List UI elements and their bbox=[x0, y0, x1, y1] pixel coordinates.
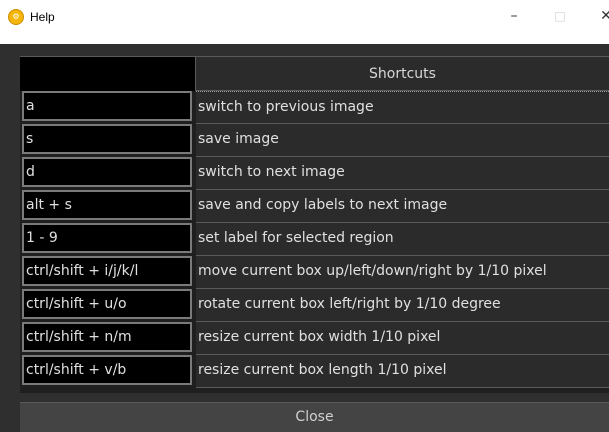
shortcut-description-cell[interactable]: rotate current box left/right by 1/10 de… bbox=[196, 289, 609, 322]
shortcut-key-cell[interactable]: ctrl/shift + u/o bbox=[22, 289, 192, 319]
table-row: 1 - 9 set label for selected region bbox=[20, 223, 609, 256]
shortcut-description-cell[interactable]: switch to next image bbox=[196, 157, 609, 190]
minimize-button[interactable]: – bbox=[491, 0, 537, 32]
close-window-button[interactable]: ✕ bbox=[583, 0, 609, 32]
shortcut-description-cell[interactable]: set label for selected region bbox=[196, 223, 609, 256]
table-row: a switch to previous image bbox=[20, 91, 609, 124]
title-bar: ⚙ Help – □ ✕ bbox=[0, 0, 609, 44]
shortcut-description-cell[interactable]: save image bbox=[196, 124, 609, 157]
shortcut-key-cell[interactable]: ctrl/shift + i/j/k/l bbox=[22, 256, 192, 286]
table-row: ctrl/shift + u/o rotate current box left… bbox=[20, 289, 609, 322]
shortcuts-table: Shortcuts a switch to previous image s s… bbox=[20, 56, 609, 393]
shortcut-key-cell[interactable]: alt + s bbox=[22, 190, 192, 220]
help-window: ⚙ Help – □ ✕ Shortcuts a switch to previ… bbox=[0, 0, 609, 432]
window-title: Help bbox=[30, 10, 55, 24]
shortcut-description-cell[interactable]: move current box up/left/down/right by 1… bbox=[196, 256, 609, 289]
app-logo-icon: ⚙ bbox=[8, 9, 24, 25]
shortcut-key-cell[interactable]: ctrl/shift + v/b bbox=[22, 355, 192, 385]
shortcut-description-cell[interactable]: switch to previous image bbox=[196, 91, 609, 124]
shortcut-description-cell[interactable]: resize current box length 1/10 pixel bbox=[196, 355, 609, 388]
shortcut-key-cell[interactable]: d bbox=[22, 157, 192, 187]
table-row: ctrl/shift + v/b resize current box leng… bbox=[20, 355, 609, 388]
shortcut-key-cell[interactable]: 1 - 9 bbox=[22, 223, 192, 253]
table-row: alt + s save and copy labels to next ima… bbox=[20, 190, 609, 223]
maximize-button[interactable]: □ bbox=[537, 0, 583, 32]
table-row: ctrl/shift + n/m resize current box widt… bbox=[20, 322, 609, 355]
shortcut-description-cell[interactable]: save and copy labels to next image bbox=[196, 190, 609, 223]
shortcut-description-cell[interactable]: resize current box width 1/10 pixel bbox=[196, 322, 609, 355]
header-shortcuts-label: Shortcuts bbox=[196, 57, 609, 91]
table-row: s save image bbox=[20, 124, 609, 157]
table-row: d switch to next image bbox=[20, 157, 609, 190]
table-header: Shortcuts bbox=[20, 57, 609, 91]
shortcut-key-cell[interactable]: ctrl/shift + n/m bbox=[22, 322, 192, 352]
header-corner-cell bbox=[20, 57, 196, 91]
close-button[interactable]: Close bbox=[20, 402, 609, 432]
shortcut-key-cell[interactable]: s bbox=[22, 124, 192, 154]
shortcut-key-cell[interactable]: a bbox=[22, 91, 192, 121]
table-row: ctrl/shift + i/j/k/l move current box up… bbox=[20, 256, 609, 289]
